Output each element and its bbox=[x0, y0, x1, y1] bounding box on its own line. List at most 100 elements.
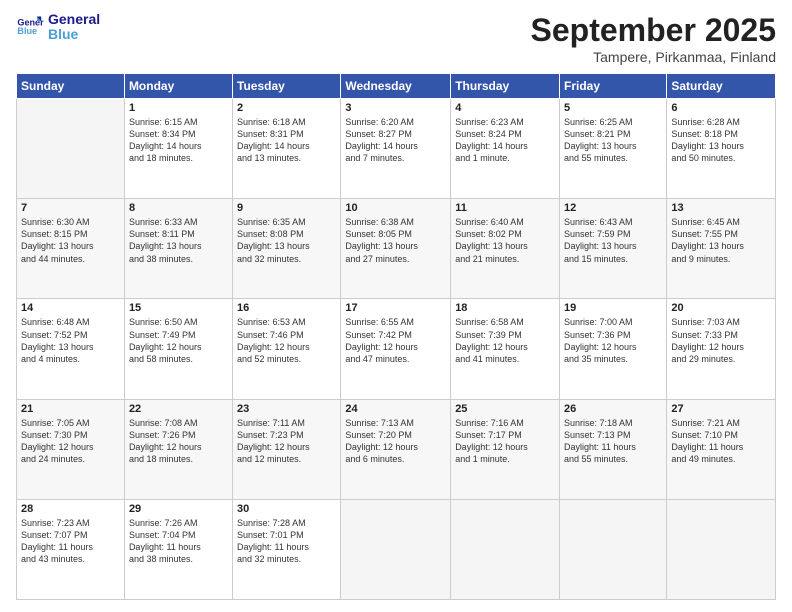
calendar-cell: 18 Sunrise: 6:58 AMSunset: 7:39 PMDayligh… bbox=[451, 299, 560, 399]
calendar-cell: 4 Sunrise: 6:23 AMSunset: 8:24 PMDaylight… bbox=[451, 99, 560, 199]
day-info: Sunrise: 6:15 AMSunset: 8:34 PMDaylight:… bbox=[129, 116, 228, 165]
calendar-cell: 1 Sunrise: 6:15 AMSunset: 8:34 PMDaylight… bbox=[124, 99, 232, 199]
calendar-cell: 25 Sunrise: 7:16 AMSunset: 7:17 PMDayligh… bbox=[451, 399, 560, 499]
weekday-header-thursday: Thursday bbox=[451, 74, 560, 99]
calendar-cell: 19 Sunrise: 7:00 AMSunset: 7:36 PMDayligh… bbox=[560, 299, 667, 399]
calendar-cell: 7Sunrise: 6:30 AMSunset: 8:15 PMDaylight… bbox=[17, 199, 125, 299]
weekday-header-saturday: Saturday bbox=[667, 74, 776, 99]
day-number: 20 bbox=[671, 302, 771, 314]
calendar-cell: 17Sunrise: 6:55 AMSunset: 7:42 PMDayligh… bbox=[341, 299, 451, 399]
calendar-cell bbox=[560, 499, 667, 599]
calendar-cell: 22 Sunrise: 7:08 AMSunset: 7:26 PMDayligh… bbox=[124, 399, 232, 499]
day-info: Sunrise: 7:05 AMSunset: 7:30 PMDaylight:… bbox=[21, 417, 120, 466]
day-number: 6 bbox=[671, 102, 771, 114]
logo-text-blue: Blue bbox=[48, 27, 100, 42]
day-number: 24 bbox=[345, 403, 446, 415]
weekday-header-sunday: Sunday bbox=[17, 74, 125, 99]
page: General Blue General Blue September 2025… bbox=[0, 0, 792, 612]
day-number: 26 bbox=[564, 403, 662, 415]
day-number: 28 bbox=[21, 503, 120, 515]
weekday-header-wednesday: Wednesday bbox=[341, 74, 451, 99]
calendar-cell: 9 Sunrise: 6:35 AMSunset: 8:08 PMDaylight… bbox=[233, 199, 341, 299]
day-number: 30 bbox=[237, 503, 336, 515]
calendar-cell: 10 Sunrise: 6:38 AMSunset: 8:05 PMDayligh… bbox=[341, 199, 451, 299]
day-number: 4 bbox=[455, 102, 555, 114]
day-info: Sunrise: 6:35 AMSunset: 8:08 PMDaylight:… bbox=[237, 216, 336, 265]
calendar-cell: 3 Sunrise: 6:20 AMSunset: 8:27 PMDaylight… bbox=[341, 99, 451, 199]
day-number: 16 bbox=[237, 302, 336, 314]
day-number: 11 bbox=[455, 202, 555, 214]
day-number: 21 bbox=[21, 403, 120, 415]
day-info: Sunrise: 6:38 AMSunset: 8:05 PMDaylight:… bbox=[345, 216, 446, 265]
calendar-cell: 24Sunrise: 7:13 AMSunset: 7:20 PMDayligh… bbox=[341, 399, 451, 499]
calendar-cell: 21 Sunrise: 7:05 AMSunset: 7:30 PMDayligh… bbox=[17, 399, 125, 499]
day-info: Sunrise: 6:33 AMSunset: 8:11 PMDaylight:… bbox=[129, 216, 228, 265]
calendar-cell: 14 Sunrise: 6:48 AMSunset: 7:52 PMDayligh… bbox=[17, 299, 125, 399]
logo-icon: General Blue bbox=[16, 13, 44, 41]
day-number: 14 bbox=[21, 302, 120, 314]
day-info: Sunrise: 7:18 AMSunset: 7:13 PMDaylight:… bbox=[564, 417, 662, 466]
day-info: Sunrise: 6:53 AMSunset: 7:46 PMDaylight:… bbox=[237, 316, 336, 365]
calendar-cell: 30Sunrise: 7:28 AMSunset: 7:01 PMDayligh… bbox=[233, 499, 341, 599]
day-number: 17 bbox=[345, 302, 446, 314]
calendar-cell bbox=[17, 99, 125, 199]
logo-text-general: General bbox=[48, 12, 100, 27]
day-info: Sunrise: 7:23 AMSunset: 7:07 PMDaylight:… bbox=[21, 517, 120, 566]
day-info: Sunrise: 7:26 AMSunset: 7:04 PMDaylight:… bbox=[129, 517, 228, 566]
weekday-header-tuesday: Tuesday bbox=[233, 74, 341, 99]
day-info: Sunrise: 6:28 AMSunset: 8:18 PMDaylight:… bbox=[671, 116, 771, 165]
day-number: 10 bbox=[345, 202, 446, 214]
calendar-cell bbox=[451, 499, 560, 599]
day-number: 2 bbox=[237, 102, 336, 114]
day-info: Sunrise: 6:25 AMSunset: 8:21 PMDaylight:… bbox=[564, 116, 662, 165]
day-number: 25 bbox=[455, 403, 555, 415]
calendar-cell: 28 Sunrise: 7:23 AMSunset: 7:07 PMDayligh… bbox=[17, 499, 125, 599]
calendar-cell: 6 Sunrise: 6:28 AMSunset: 8:18 PMDaylight… bbox=[667, 99, 776, 199]
day-number: 1 bbox=[129, 102, 228, 114]
day-info: Sunrise: 7:21 AMSunset: 7:10 PMDaylight:… bbox=[671, 417, 771, 466]
day-info: Sunrise: 7:03 AMSunset: 7:33 PMDaylight:… bbox=[671, 316, 771, 365]
week-row-2: 7Sunrise: 6:30 AMSunset: 8:15 PMDaylight… bbox=[17, 199, 776, 299]
day-number: 29 bbox=[129, 503, 228, 515]
calendar-cell: 16 Sunrise: 6:53 AMSunset: 7:46 PMDayligh… bbox=[233, 299, 341, 399]
day-number: 23 bbox=[237, 403, 336, 415]
week-row-4: 21 Sunrise: 7:05 AMSunset: 7:30 PMDayligh… bbox=[17, 399, 776, 499]
day-info: Sunrise: 6:20 AMSunset: 8:27 PMDaylight:… bbox=[345, 116, 446, 165]
day-number: 5 bbox=[564, 102, 662, 114]
calendar-cell: 8Sunrise: 6:33 AMSunset: 8:11 PMDaylight… bbox=[124, 199, 232, 299]
day-number: 13 bbox=[671, 202, 771, 214]
week-row-5: 28 Sunrise: 7:23 AMSunset: 7:07 PMDayligh… bbox=[17, 499, 776, 599]
day-info: Sunrise: 6:50 AMSunset: 7:49 PMDaylight:… bbox=[129, 316, 228, 365]
day-info: Sunrise: 6:48 AMSunset: 7:52 PMDaylight:… bbox=[21, 316, 120, 365]
day-info: Sunrise: 7:11 AMSunset: 7:23 PMDaylight:… bbox=[237, 417, 336, 466]
day-info: Sunrise: 6:43 AMSunset: 7:59 PMDaylight:… bbox=[564, 216, 662, 265]
day-info: Sunrise: 7:00 AMSunset: 7:36 PMDaylight:… bbox=[564, 316, 662, 365]
day-number: 18 bbox=[455, 302, 555, 314]
calendar-cell bbox=[667, 499, 776, 599]
day-number: 9 bbox=[237, 202, 336, 214]
logo: General Blue General Blue bbox=[16, 12, 100, 43]
day-info: Sunrise: 6:40 AMSunset: 8:02 PMDaylight:… bbox=[455, 216, 555, 265]
day-number: 12 bbox=[564, 202, 662, 214]
location: Tampere, Pirkanmaa, Finland bbox=[531, 49, 776, 65]
calendar-cell: 15Sunrise: 6:50 AMSunset: 7:49 PMDayligh… bbox=[124, 299, 232, 399]
day-number: 22 bbox=[129, 403, 228, 415]
svg-text:Blue: Blue bbox=[17, 26, 37, 36]
calendar-cell: 13Sunrise: 6:45 AMSunset: 7:55 PMDayligh… bbox=[667, 199, 776, 299]
day-number: 3 bbox=[345, 102, 446, 114]
day-number: 19 bbox=[564, 302, 662, 314]
calendar-cell bbox=[341, 499, 451, 599]
weekday-header-row: SundayMondayTuesdayWednesdayThursdayFrid… bbox=[17, 74, 776, 99]
week-row-3: 14 Sunrise: 6:48 AMSunset: 7:52 PMDayligh… bbox=[17, 299, 776, 399]
header: General Blue General Blue September 2025… bbox=[16, 12, 776, 65]
day-info: Sunrise: 6:23 AMSunset: 8:24 PMDaylight:… bbox=[455, 116, 555, 165]
day-info: Sunrise: 7:16 AMSunset: 7:17 PMDaylight:… bbox=[455, 417, 555, 466]
calendar-cell: 5 Sunrise: 6:25 AMSunset: 8:21 PMDaylight… bbox=[560, 99, 667, 199]
calendar: SundayMondayTuesdayWednesdayThursdayFrid… bbox=[16, 73, 776, 600]
day-info: Sunrise: 6:18 AMSunset: 8:31 PMDaylight:… bbox=[237, 116, 336, 165]
title-block: September 2025 Tampere, Pirkanmaa, Finla… bbox=[531, 12, 776, 65]
day-info: Sunrise: 6:58 AMSunset: 7:39 PMDaylight:… bbox=[455, 316, 555, 365]
day-info: Sunrise: 7:08 AMSunset: 7:26 PMDaylight:… bbox=[129, 417, 228, 466]
calendar-cell: 26 Sunrise: 7:18 AMSunset: 7:13 PMDayligh… bbox=[560, 399, 667, 499]
calendar-cell: 2 Sunrise: 6:18 AMSunset: 8:31 PMDaylight… bbox=[233, 99, 341, 199]
